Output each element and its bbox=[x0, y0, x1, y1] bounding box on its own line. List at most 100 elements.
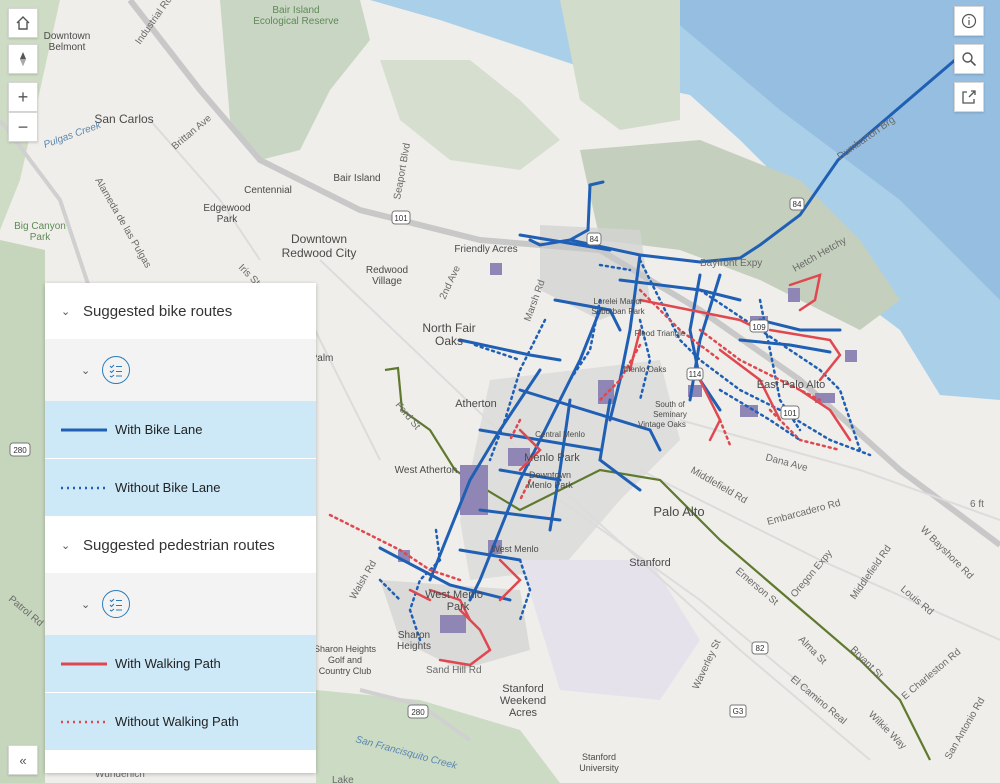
place-label: Weekend bbox=[500, 695, 546, 707]
place-label: Big Canyon bbox=[14, 221, 66, 232]
chevron-down-icon: ⌄ bbox=[61, 539, 71, 552]
double-chevron-left-icon: « bbox=[19, 752, 27, 768]
legend-list-icon bbox=[102, 356, 131, 384]
collapse-panel-button[interactable]: « bbox=[8, 745, 38, 775]
zoom-out-button[interactable]: − bbox=[8, 112, 38, 142]
shield-280: 280 bbox=[9, 442, 31, 457]
home-button[interactable] bbox=[8, 8, 38, 38]
road-label: Bayfront Expy bbox=[700, 258, 762, 269]
place-label: Country Club bbox=[319, 666, 372, 676]
dotted-line-swatch bbox=[61, 720, 107, 723]
place-label: Edgewood bbox=[203, 203, 250, 214]
svg-text:280: 280 bbox=[411, 708, 425, 717]
shield-280: 280 bbox=[407, 704, 429, 719]
place-label: East Palo Alto bbox=[757, 379, 826, 391]
place-label: Redwood bbox=[366, 265, 408, 276]
hill-area bbox=[0, 240, 45, 783]
solid-line-swatch bbox=[61, 428, 107, 431]
place-label: Centennial bbox=[244, 185, 292, 196]
place-label: Park bbox=[447, 601, 470, 613]
svg-text:G3: G3 bbox=[733, 707, 744, 716]
place-label: Bair Island bbox=[272, 5, 319, 16]
zoom-in-button[interactable]: + bbox=[8, 82, 38, 112]
place-label: Village bbox=[372, 276, 402, 287]
place-label: Stanford bbox=[582, 752, 616, 762]
place-label: West Atherton bbox=[395, 465, 458, 476]
place-label: University bbox=[579, 763, 619, 773]
place-label: West Menlo bbox=[491, 544, 538, 554]
place-label: Palo Alto bbox=[653, 504, 704, 519]
chevron-down-icon: ⌄ bbox=[61, 305, 71, 318]
place-label: Bair Island bbox=[333, 173, 380, 184]
svg-text:114: 114 bbox=[689, 370, 702, 379]
svg-text:101: 101 bbox=[394, 214, 408, 223]
svg-text:84: 84 bbox=[793, 200, 802, 209]
place-label: Sharon Heights bbox=[314, 644, 377, 654]
legend-item-without-walking-path: Without Walking Path bbox=[45, 693, 316, 751]
share-button[interactable] bbox=[954, 82, 984, 112]
legend-item-label: With Bike Lane bbox=[115, 422, 203, 437]
legend-sublayer-bike[interactable]: ⌄ bbox=[45, 339, 316, 401]
place-label: Sharon bbox=[398, 630, 430, 641]
legend-panel: ⌄ Suggested bike routes ⌄ With Bike Lane… bbox=[45, 283, 316, 773]
svg-text:82: 82 bbox=[756, 644, 765, 653]
legend-item-label: With Walking Path bbox=[115, 656, 221, 671]
solid-line-swatch bbox=[61, 662, 107, 665]
road-label: 6 ft bbox=[970, 499, 984, 510]
legend-item-with-bike-lane: With Bike Lane bbox=[45, 401, 316, 459]
home-icon bbox=[16, 16, 30, 30]
place-label: Downtown bbox=[529, 470, 571, 480]
place-label: Central Menlo bbox=[535, 430, 585, 439]
minus-icon: − bbox=[17, 116, 29, 137]
place-label: Downtown bbox=[291, 232, 347, 246]
share-icon bbox=[962, 90, 976, 104]
svg-text:280: 280 bbox=[13, 446, 27, 455]
shield-84: 84 bbox=[586, 232, 602, 246]
legend-sublayer-pedestrian[interactable]: ⌄ bbox=[45, 573, 316, 635]
place-label: Park bbox=[30, 232, 52, 243]
legend-item-with-walking-path: With Walking Path bbox=[45, 635, 316, 693]
place-label: Redwood City bbox=[282, 246, 357, 260]
place-label: North Fair bbox=[422, 321, 475, 335]
place-label: Downtown bbox=[44, 31, 91, 42]
place-label: Lorelei Manor bbox=[594, 297, 643, 306]
dotted-line-swatch bbox=[61, 486, 107, 489]
compass-button[interactable] bbox=[8, 44, 38, 74]
place-label: Flood Triangle bbox=[635, 329, 686, 338]
legend-item-label: Without Walking Path bbox=[115, 714, 239, 729]
place-label: Suburban Park bbox=[591, 307, 645, 316]
place-label: Menlo Park bbox=[524, 452, 580, 464]
svg-text:84: 84 bbox=[590, 235, 599, 244]
plus-icon: + bbox=[17, 86, 29, 107]
search-icon bbox=[962, 52, 977, 67]
legend-group-title: Suggested bike routes bbox=[83, 302, 233, 320]
legend-group-title: Suggested pedestrian routes bbox=[83, 536, 275, 554]
place-label: Atherton bbox=[455, 398, 497, 410]
place-label: Acres bbox=[509, 707, 538, 719]
place-label: Stanford bbox=[629, 557, 671, 569]
place-label: Seminary bbox=[653, 410, 687, 419]
svg-text:101: 101 bbox=[783, 409, 797, 418]
info-button[interactable] bbox=[954, 6, 984, 36]
search-button[interactable] bbox=[954, 44, 984, 74]
place-label: Golf and bbox=[328, 655, 362, 665]
place-label: Heights bbox=[397, 641, 431, 652]
chevron-down-icon: ⌄ bbox=[81, 364, 91, 377]
compass-icon bbox=[20, 52, 26, 66]
info-icon bbox=[961, 13, 977, 29]
road-label: Sand Hill Rd bbox=[426, 665, 482, 676]
place-label: Park bbox=[217, 214, 239, 225]
legend-group-pedestrian-header[interactable]: ⌄ Suggested pedestrian routes bbox=[45, 517, 316, 573]
place-label: Vintage Oaks bbox=[638, 420, 686, 429]
legend-list-icon bbox=[102, 590, 131, 618]
shield-114: 114 bbox=[686, 367, 704, 381]
place-label: Ecological Reserve bbox=[253, 16, 339, 27]
place-label: Menlo Oaks bbox=[624, 365, 667, 374]
svg-text:109: 109 bbox=[752, 323, 766, 332]
shield-101: 101 bbox=[780, 405, 800, 420]
legend-group-bike-header[interactable]: ⌄ Suggested bike routes bbox=[45, 283, 316, 339]
chevron-down-icon: ⌄ bbox=[81, 598, 91, 611]
shield-84: 84 bbox=[789, 197, 805, 211]
shield-g3: G3 bbox=[729, 704, 747, 718]
place-label: Friendly Acres bbox=[454, 244, 517, 255]
